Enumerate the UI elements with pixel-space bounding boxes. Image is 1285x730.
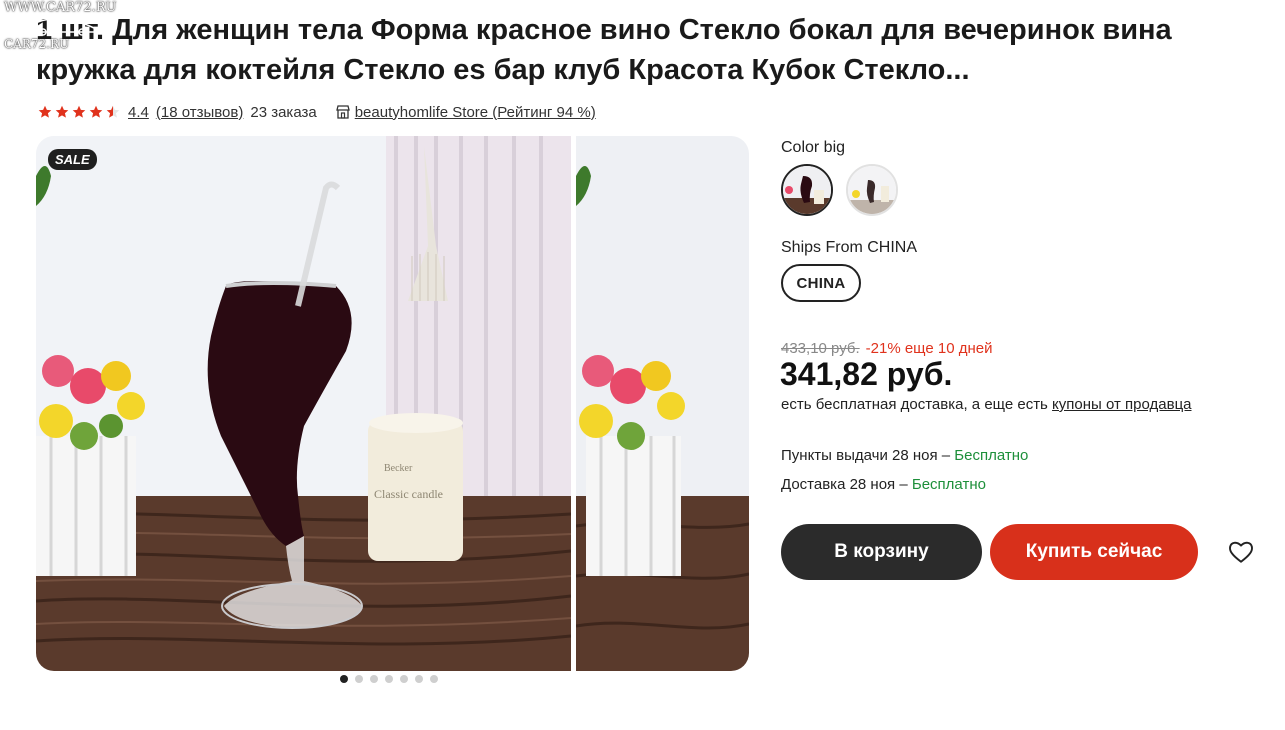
old-price-row: 433,10 руб. -21% еще 10 дней [781, 340, 992, 357]
pickup-delivery: Пункты выдачи 28 ноя – Бесплатно [781, 447, 1028, 464]
watermark: WWW.CAR72.RU CAR72.RU [4, 0, 117, 52]
car-logo-icon [29, 18, 98, 36]
orders-count: 23 заказа [250, 103, 317, 121]
pagination-dot[interactable] [430, 675, 438, 683]
pickup-free: Бесплатно [954, 447, 1029, 464]
ships-from-label: Ships From CHINA [781, 239, 918, 256]
star-icon [38, 105, 52, 118]
pagination-dot[interactable] [400, 675, 408, 683]
color-option-label: Color big [781, 139, 846, 156]
pagination-dot[interactable] [340, 675, 348, 683]
star-icon [72, 105, 86, 118]
pickup-text: Пункты выдачи 28 ноя – [781, 447, 955, 464]
store-icon [335, 105, 350, 119]
ships-from-china-chip[interactable]: CHINA [781, 264, 861, 302]
glass-photo: Becker Classic candle [36, 136, 571, 671]
swatch-thumbnail [783, 166, 831, 214]
shipping-note-text: есть бесплатная доставка, а еще есть [781, 396, 1053, 413]
glass-photo-preview [576, 136, 749, 671]
pagination-dot[interactable] [415, 675, 423, 683]
rating-value[interactable]: 4.4 [128, 104, 149, 121]
pagination-dot[interactable] [370, 675, 378, 683]
pagination-dot[interactable] [385, 675, 393, 683]
candle-label-text: Classic candle [374, 487, 443, 501]
star-half-icon [106, 105, 120, 118]
star-icon [89, 105, 103, 118]
buy-now-button[interactable]: Купить сейчас [990, 524, 1198, 580]
rating-row: 4.4 (18 отзывов) 23 заказа beautyhomlife… [38, 101, 603, 123]
old-price: 433,10 руб. [781, 340, 860, 357]
sale-badge: SALE [48, 149, 97, 170]
shipping-note: есть бесплатная доставка, а еще есть куп… [781, 396, 1192, 413]
color-swatch-dark[interactable] [781, 164, 833, 216]
rating-stars [38, 105, 120, 119]
color-swatch-clear[interactable] [846, 164, 898, 216]
seller-coupons-link[interactable]: купоны от продавца [1052, 396, 1191, 413]
next-product-image[interactable] [576, 136, 749, 671]
watermark-brand: CAR72.RU [4, 37, 70, 51]
watermark-url: WWW.CAR72.RU [4, 0, 117, 15]
courier-text: Доставка 28 ноя – [781, 476, 912, 493]
product-title: 1 шт. Для женщин тела Форма красное вино… [36, 14, 1172, 86]
star-icon [55, 105, 69, 118]
add-to-cart-button[interactable]: В корзину [781, 524, 982, 580]
courier-delivery: Доставка 28 ноя – Бесплатно [781, 476, 986, 493]
reviews-link[interactable]: (18 отзывов) [156, 104, 244, 121]
store-link[interactable]: beautyhomlife Store (Рейтинг 94 %) [355, 104, 596, 121]
discount-text: -21% еще 10 дней [865, 340, 993, 357]
swatch-thumbnail [848, 166, 896, 214]
main-product-image[interactable]: Becker Classic candle [36, 136, 571, 671]
current-price: 341,82 руб. [780, 356, 953, 392]
pagination-dot[interactable] [355, 675, 363, 683]
courier-free: Бесплатно [911, 476, 986, 493]
heart-icon[interactable] [1228, 540, 1254, 564]
gallery-pagination [340, 675, 438, 683]
candle-label-brand: Becker [384, 463, 413, 474]
